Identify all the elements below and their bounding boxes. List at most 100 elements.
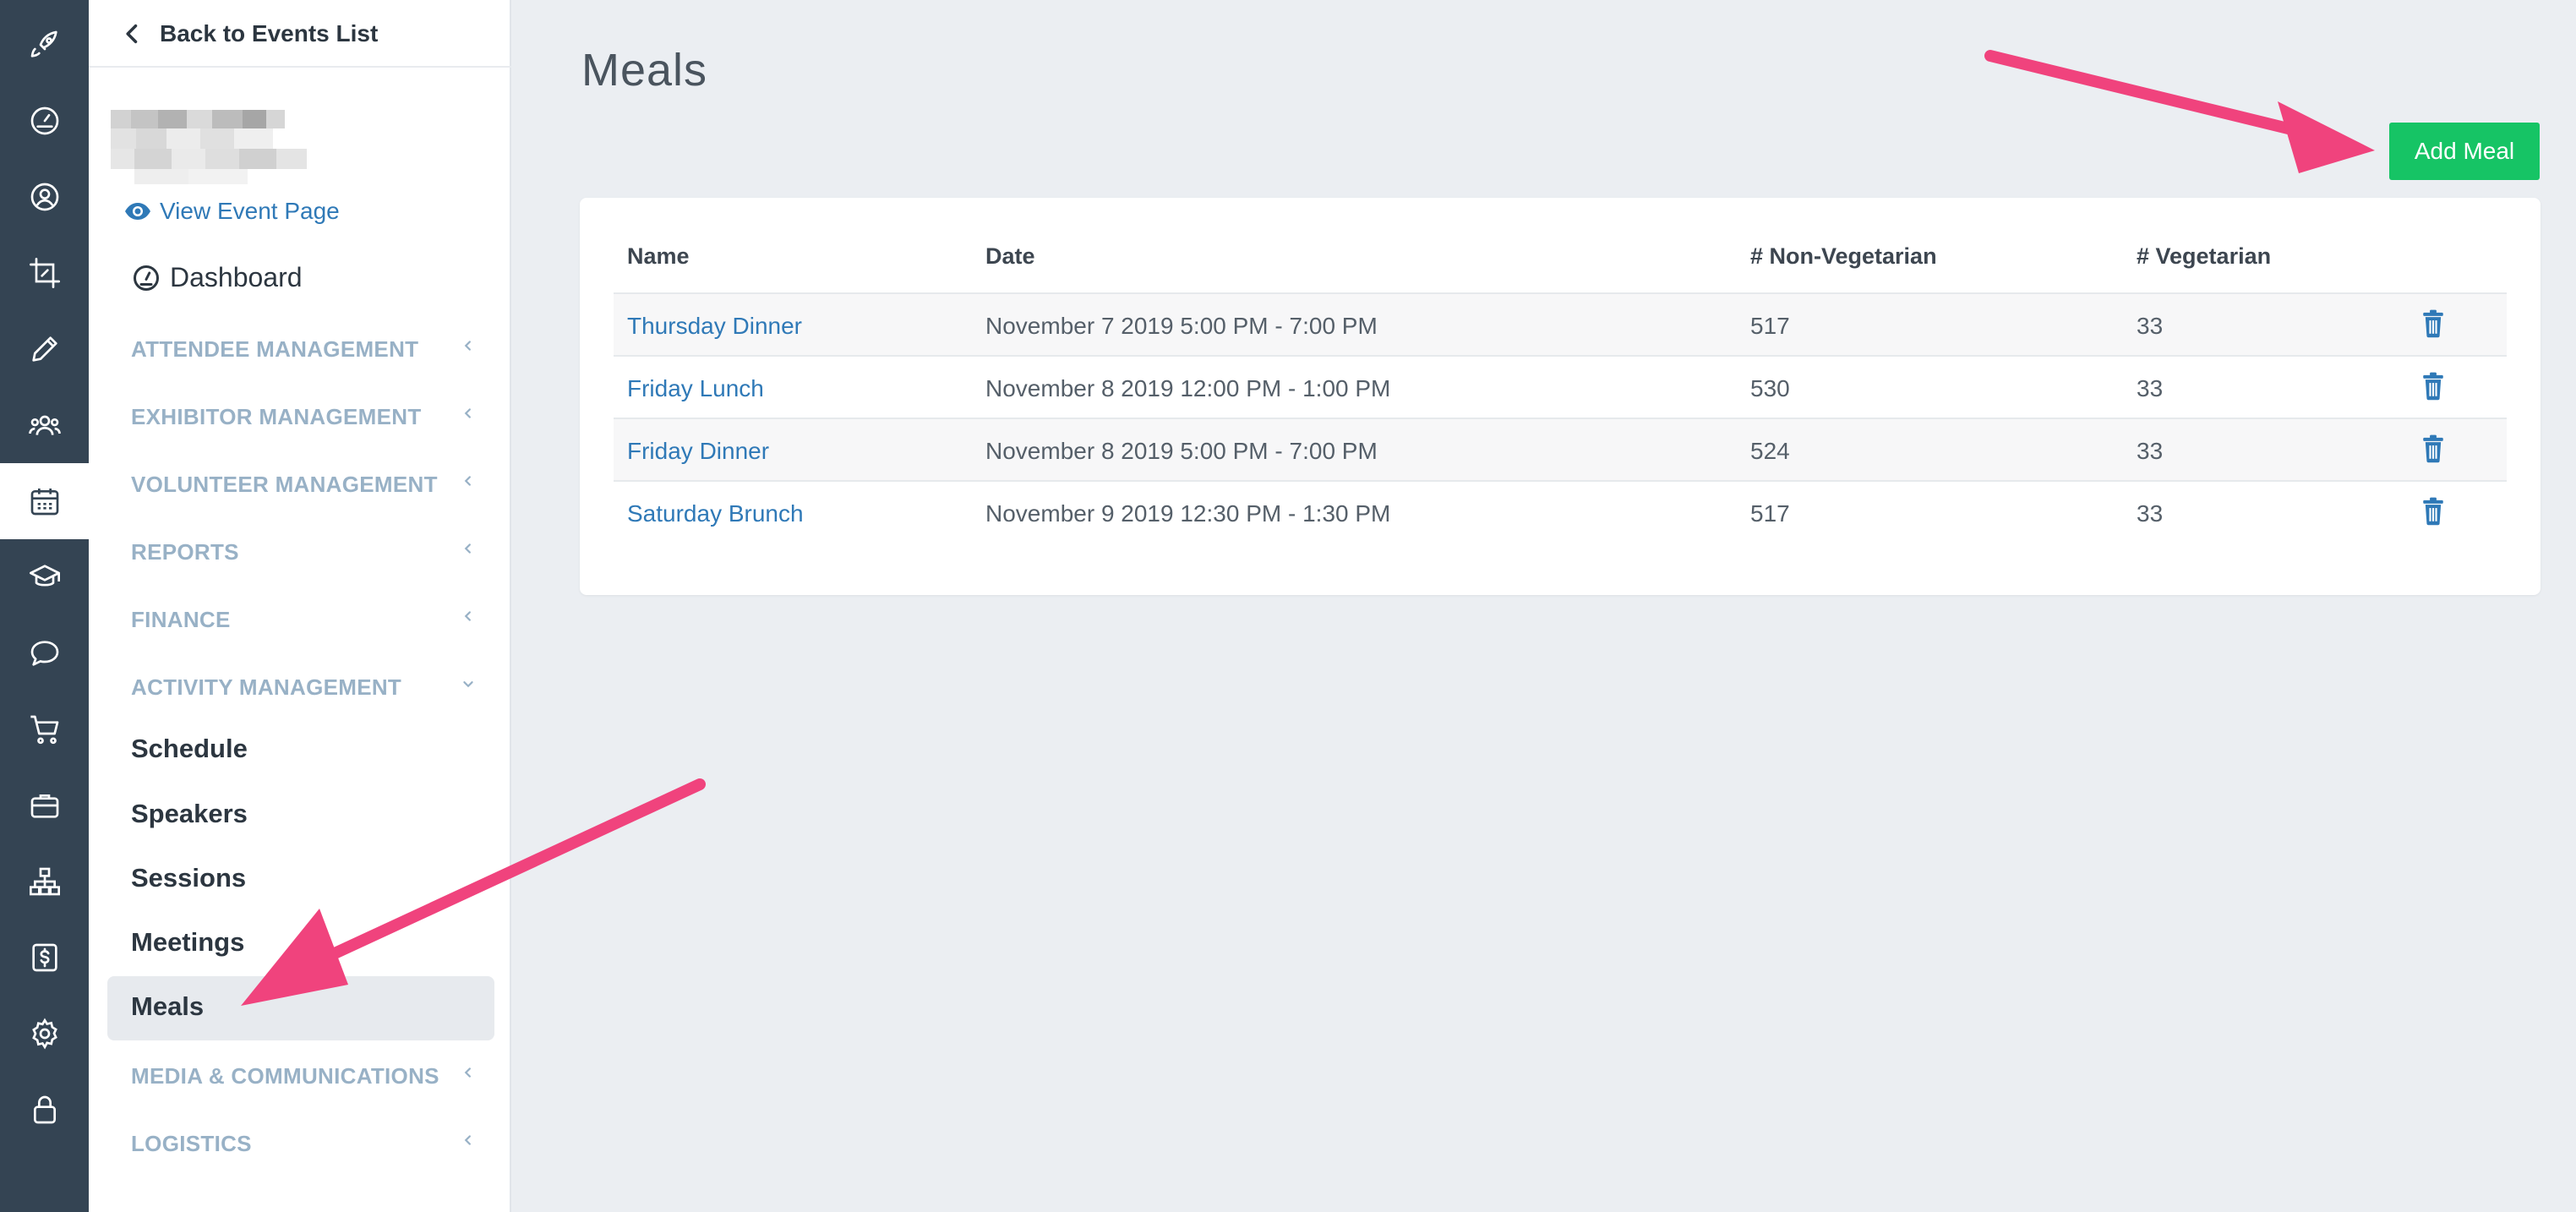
- meal-veg-count: 33: [2137, 375, 2164, 401]
- lock-icon: [33, 1095, 56, 1124]
- trash-icon[interactable]: [2420, 434, 2447, 463]
- page-title: Meals: [581, 45, 708, 96]
- sidebar-item-dashboard[interactable]: Dashboard: [131, 262, 303, 293]
- rail-item-jobs[interactable]: [0, 767, 89, 843]
- meal-non-veg-count: 524: [1750, 438, 1790, 464]
- meal-name-link[interactable]: Friday Dinner: [627, 438, 769, 465]
- dollar-icon: [31, 943, 57, 972]
- chevron-left-icon: [126, 24, 138, 44]
- chevron-left-icon: [464, 611, 471, 621]
- pencil-icon: [31, 336, 57, 362]
- meal-non-veg-count: 517: [1750, 313, 1790, 339]
- chevron-down-icon: [463, 681, 473, 688]
- meal-veg-count: 33: [2137, 313, 2164, 339]
- cart-icon: [30, 715, 58, 745]
- column-header-name: Name: [627, 243, 690, 269]
- meal-name-link[interactable]: Saturday Brunch: [627, 500, 804, 527]
- chevron-left-icon: [464, 476, 471, 486]
- chevron-left-icon: [464, 1067, 471, 1078]
- meal-date: November 9 2019 12:30 PM - 1:30 PM: [985, 500, 1391, 527]
- section-label: VOLUNTEER MANAGEMENT: [131, 472, 438, 497]
- trash-icon[interactable]: [2420, 497, 2447, 526]
- section-media-communications[interactable]: MEDIA & COMMUNICATIONS: [131, 1058, 478, 1092]
- chevron-left-icon: [464, 543, 471, 554]
- gear-icon: [31, 1018, 57, 1050]
- meal-date: November 8 2019 5:00 PM - 7:00 PM: [985, 438, 1378, 464]
- back-to-events-link[interactable]: Back to Events List: [89, 0, 511, 68]
- rail-item-edit[interactable]: [0, 311, 89, 387]
- section-volunteer-management[interactable]: VOLUNTEER MANAGEMENT: [131, 467, 478, 500]
- sidebar-item-meetings[interactable]: Meetings: [131, 927, 244, 958]
- section-label: ACTIVITY MANAGEMENT: [131, 674, 402, 700]
- rail-item-billing[interactable]: [0, 920, 89, 996]
- sidebar-item-schedule[interactable]: Schedule: [131, 734, 248, 764]
- rocket-icon: [30, 30, 57, 57]
- rail-item-profile[interactable]: [0, 159, 89, 235]
- view-event-page-link[interactable]: View Event Page: [124, 198, 340, 225]
- column-header-non-vegetarian: # Non-Vegetarian: [1750, 243, 1937, 269]
- section-attendee-management[interactable]: ATTENDEE MANAGEMENT: [131, 331, 478, 365]
- rail-item-store[interactable]: [0, 691, 89, 767]
- chevron-left-icon: [464, 341, 471, 351]
- graduation-cap-icon: [29, 565, 60, 587]
- user-circle-icon: [30, 183, 58, 211]
- table-row: Saturday Brunch November 9 2019 12:30 PM…: [614, 480, 2507, 543]
- meal-name-link[interactable]: Friday Lunch: [627, 375, 764, 402]
- section-activity-management[interactable]: ACTIVITY MANAGEMENT: [131, 669, 478, 703]
- section-label: EXHIBITOR MANAGEMENT: [131, 404, 422, 429]
- crop-icon: [29, 258, 60, 288]
- meal-date: November 7 2019 5:00 PM - 7:00 PM: [985, 313, 1378, 339]
- sidebar-item-speakers[interactable]: Speakers: [131, 799, 248, 829]
- column-header-vegetarian: # Vegetarian: [2137, 243, 2272, 269]
- icon-rail: [0, 0, 89, 1212]
- table-row: Friday Dinner November 8 2019 5:00 PM - …: [614, 418, 2507, 480]
- rail-item-org[interactable]: [0, 843, 89, 920]
- section-logistics[interactable]: LOGISTICS: [131, 1126, 478, 1160]
- rail-item-users[interactable]: [0, 387, 89, 463]
- sitemap-icon: [29, 867, 60, 896]
- section-reports[interactable]: REPORTS: [131, 534, 478, 568]
- column-header-date: Date: [985, 243, 1035, 269]
- table-row: Friday Lunch November 8 2019 12:00 PM - …: [614, 355, 2507, 418]
- view-event-label: View Event Page: [160, 198, 340, 224]
- arrow-to-add-meal-icon: [1984, 50, 2375, 173]
- chevron-left-icon: [464, 408, 471, 418]
- trash-icon[interactable]: [2420, 372, 2447, 401]
- rail-item-messages[interactable]: [0, 615, 89, 691]
- rail-item-launch[interactable]: [0, 7, 89, 83]
- sidebar-item-meals[interactable]: Meals: [131, 991, 204, 1022]
- speedometer-icon: [134, 265, 159, 291]
- dashboard-label: Dashboard: [170, 262, 303, 292]
- sidebar-item-sessions[interactable]: Sessions: [131, 863, 246, 893]
- meal-date: November 8 2019 12:00 PM - 1:00 PM: [985, 375, 1391, 401]
- section-label: MEDIA & COMMUNICATIONS: [131, 1063, 439, 1089]
- section-label: FINANCE: [131, 607, 231, 632]
- section-exhibitor-management[interactable]: EXHIBITOR MANAGEMENT: [131, 399, 478, 433]
- meal-veg-count: 33: [2137, 500, 2164, 527]
- speedometer-icon: [30, 106, 58, 135]
- briefcase-icon: [30, 794, 58, 818]
- section-finance[interactable]: FINANCE: [131, 602, 478, 636]
- calendar-icon: [30, 489, 58, 516]
- chat-bubble-icon: [30, 641, 58, 666]
- meal-veg-count: 33: [2137, 438, 2164, 464]
- event-logo-blurred: [111, 105, 339, 186]
- rail-item-dashboard[interactable]: [0, 83, 89, 159]
- rail-item-crop[interactable]: [0, 235, 89, 311]
- meal-name-link[interactable]: Thursday Dinner: [627, 313, 802, 340]
- table-row: Thursday Dinner November 7 2019 5:00 PM …: [614, 292, 2507, 355]
- section-label: ATTENDEE MANAGEMENT: [131, 336, 419, 362]
- back-link-label: Back to Events List: [160, 20, 379, 46]
- trash-icon[interactable]: [2420, 309, 2447, 338]
- section-label: REPORTS: [131, 539, 239, 565]
- meal-non-veg-count: 530: [1750, 375, 1790, 401]
- event-sidebar: Back to Events List View Event Page Dash…: [89, 0, 511, 1212]
- rail-item-events[interactable]: [0, 463, 89, 539]
- add-meal-button[interactable]: Add Meal: [2389, 123, 2540, 180]
- rail-item-education[interactable]: [0, 539, 89, 615]
- section-label: LOGISTICS: [131, 1131, 252, 1156]
- rail-item-settings[interactable]: [0, 996, 89, 1072]
- meal-non-veg-count: 517: [1750, 500, 1790, 527]
- rail-item-security[interactable]: [0, 1072, 89, 1148]
- meals-table-card: Name Date # Non-Vegetarian # Vegetarian …: [580, 198, 2541, 595]
